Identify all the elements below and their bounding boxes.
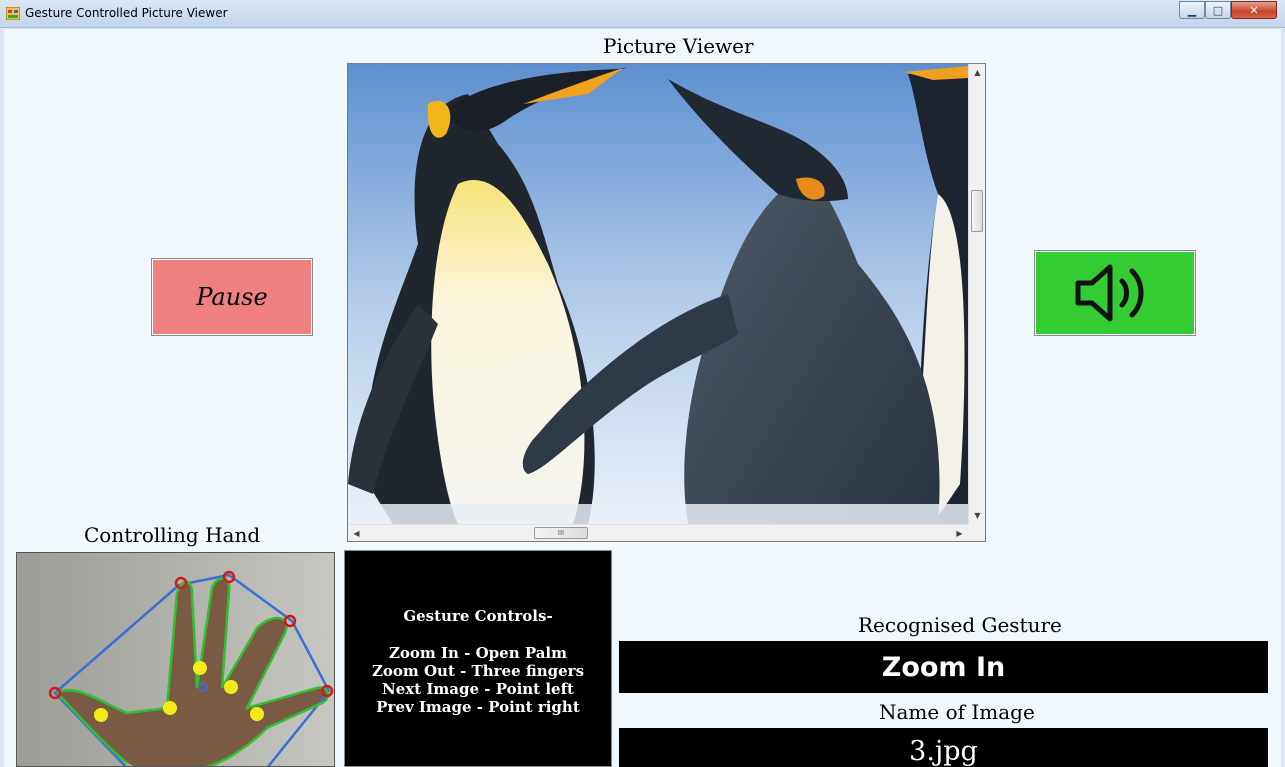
scroll-left-arrow-icon[interactable]: ◀ — [348, 525, 365, 541]
title-bar: Gesture Controlled Picture Viewer ▁ □ ✕ — [0, 0, 1285, 28]
penguin-picture — [348, 64, 968, 524]
horizontal-scrollbar[interactable]: ◀ III ▶ — [348, 524, 968, 541]
maximize-button[interactable]: □ — [1205, 1, 1231, 19]
close-button[interactable]: ✕ — [1231, 1, 1277, 19]
horizontal-scroll-thumb[interactable]: III — [534, 527, 588, 539]
hand-tracking-image — [17, 553, 334, 766]
app-icon — [6, 7, 20, 20]
sound-button[interactable] — [1034, 250, 1196, 336]
vertical-scrollbar[interactable]: ▲ ▼ — [968, 64, 985, 524]
gesture-control-line: Zoom Out - Three fingers — [371, 662, 585, 680]
scroll-down-arrow-icon[interactable]: ▼ — [969, 507, 985, 524]
controlling-hand-label: Controlling Hand — [84, 523, 261, 547]
picture-viewer-label: Picture Viewer — [603, 34, 754, 58]
scroll-corner — [968, 524, 985, 541]
gesture-control-line: Next Image - Point left — [382, 680, 574, 698]
gesture-controls-title: Gesture Controls- — [403, 607, 553, 625]
minimize-button[interactable]: ▁ — [1179, 1, 1205, 19]
scroll-right-arrow-icon[interactable]: ▶ — [951, 525, 968, 541]
recognised-gesture-label: Recognised Gesture — [858, 613, 1062, 637]
recognised-gesture-value: Zoom In — [619, 641, 1268, 693]
speaker-icon — [1075, 264, 1144, 322]
image-name-value: 3.jpg — [619, 728, 1268, 767]
pause-button[interactable]: Pause — [151, 258, 313, 336]
image-name-label: Name of Image — [879, 700, 1035, 724]
scroll-up-arrow-icon[interactable]: ▲ — [969, 64, 985, 81]
window-title: Gesture Controlled Picture Viewer — [25, 6, 228, 20]
hand-camera-view — [16, 552, 335, 767]
vertical-scroll-thumb[interactable] — [971, 190, 983, 232]
gesture-control-line: Zoom In - Open Palm — [388, 644, 568, 662]
gesture-control-line: Prev Image - Point right — [376, 698, 580, 716]
gesture-controls-panel: Gesture Controls- Zoom In - Open Palm Zo… — [344, 550, 612, 767]
picture-viewer[interactable]: ▲ ▼ ◀ III ▶ — [347, 63, 986, 542]
